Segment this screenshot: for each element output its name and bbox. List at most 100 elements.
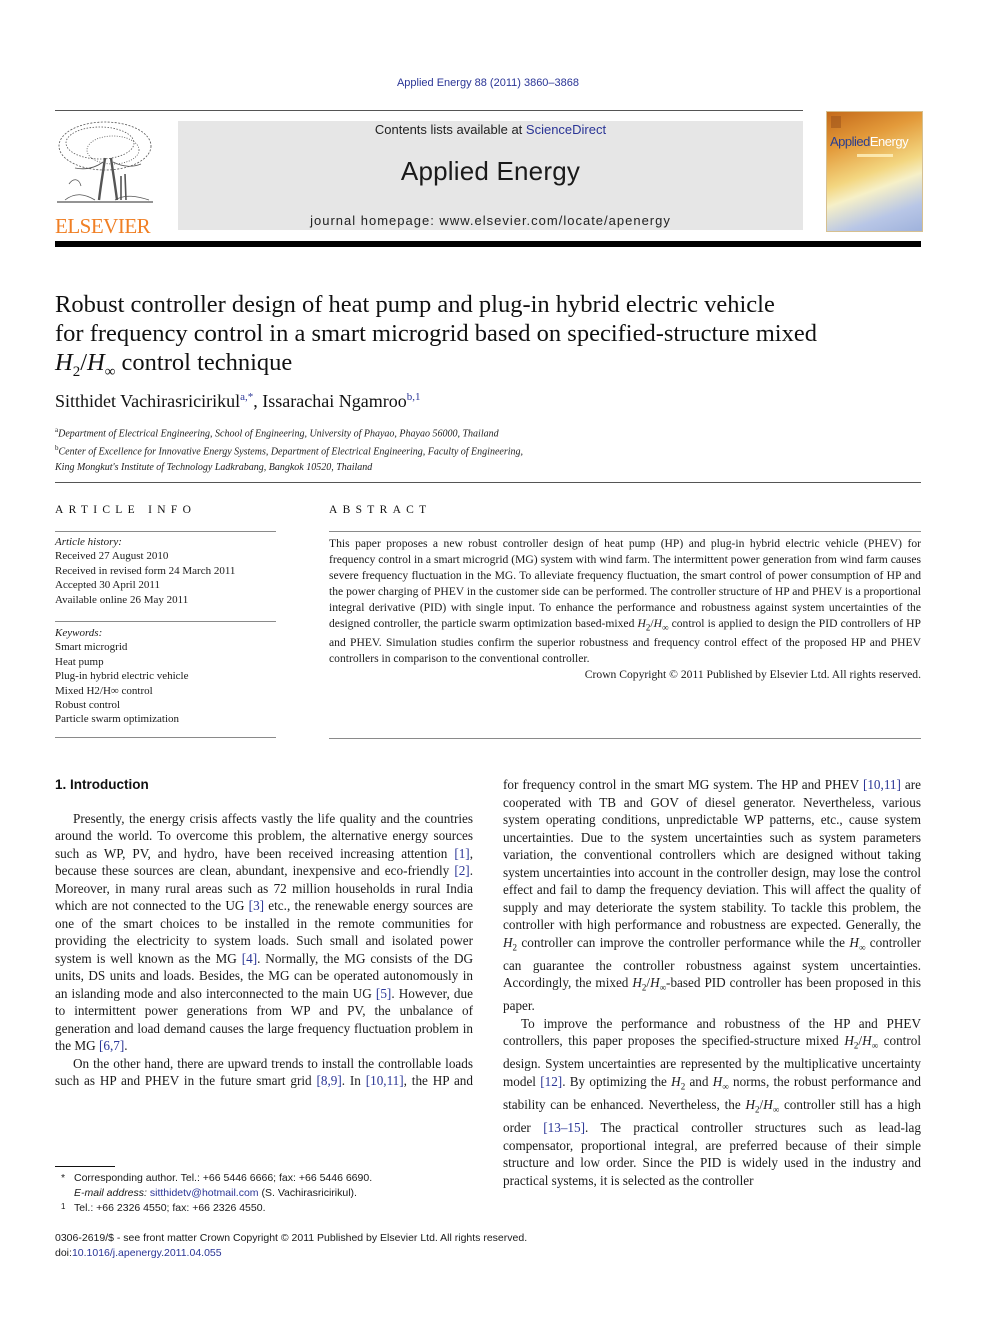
abstract-paragraph: This paper proposes a new robust control…	[329, 537, 921, 666]
author-affiliation-link[interactable]: a,*	[240, 391, 253, 403]
citation-link[interactable]: [12]	[540, 1074, 562, 1089]
citation-link[interactable]: [1]	[454, 846, 469, 861]
history-item: Accepted 30 April 2011	[55, 579, 160, 592]
affiliation-rule	[55, 482, 921, 483]
footnote-corresponding: * Corresponding author. Tel.: +66 5446 66…	[55, 1171, 372, 1186]
history-item: Available online 26 May 2011	[55, 593, 189, 606]
article-info-heading: ARTICLE INFO	[55, 504, 197, 516]
affiliation-text: Department of Electrical Engineering, Sc…	[58, 428, 499, 440]
citation-link[interactable]: [3]	[249, 898, 264, 913]
article-title: Robust controller design of heat pump an…	[55, 290, 925, 387]
cover-badge-icon	[831, 116, 841, 128]
keyword-item: Smart microgrid	[55, 641, 128, 654]
cover-title-applied: Applied	[830, 134, 870, 149]
text: .	[124, 1038, 128, 1053]
author-affiliation-link[interactable]: b,1	[407, 391, 421, 403]
citation-link[interactable]: [2]	[454, 863, 469, 878]
journal-reference-link[interactable]: Applied Energy 88 (2011) 3860–3868	[0, 77, 976, 89]
doi-label: doi:	[55, 1247, 72, 1259]
issn-doi-block: 0306-2619/$ - see front matter Crown Cop…	[55, 1231, 527, 1261]
issn-line: 0306-2619/$ - see front matter Crown Cop…	[55, 1232, 528, 1244]
email-suffix: (S. Vachirasricirikul).	[258, 1187, 357, 1199]
journal-cover-image[interactable]: AppliedEnergy	[826, 111, 923, 232]
affiliation-text: Center of Excellence for Innovative Ener…	[58, 446, 524, 458]
text: controller can improve the controller pe…	[517, 934, 850, 950]
affiliation-item: aDepartment of Electrical Engineering, S…	[55, 423, 523, 441]
text: are cooperated with TB and GOV of diesel…	[503, 777, 921, 932]
text: To improve the performance and robustnes…	[503, 1015, 921, 1049]
affiliation-item: bCenter of Excellence for Innovative Ene…	[55, 441, 523, 459]
title-line-3-text: control technique	[115, 349, 293, 376]
text: and	[685, 1073, 713, 1089]
citation-link[interactable]: [6,7]	[99, 1038, 124, 1053]
author-separator: ,	[253, 391, 263, 411]
email-label: E-mail address:	[74, 1187, 150, 1199]
keyword-item: Heat pump	[55, 655, 104, 668]
text: . In	[341, 1073, 366, 1088]
affiliation-item: King Mongkut's Institute of Technology L…	[55, 460, 523, 475]
paragraph: To improve the performance and robustnes…	[503, 1015, 922, 1188]
text: Presently, the energy crisis affects vas…	[55, 810, 473, 861]
divider	[329, 531, 921, 532]
affiliation-text: King Mongkut's Institute of Technology L…	[55, 461, 373, 473]
keywords: Keywords: Smart microgrid Heat pump Plug…	[55, 626, 188, 727]
sciencedirect-link[interactable]: ScienceDirect	[526, 122, 606, 137]
journal-title: Applied Energy	[400, 156, 581, 186]
article-history: Article history: Received 27 August 2010…	[55, 535, 235, 607]
journal-homepage-link[interactable]: journal homepage: www.elsevier.com/locat…	[178, 213, 803, 228]
elsevier-logo[interactable]: ELSEVIER	[55, 118, 155, 237]
email-link[interactable]: sitthidetv@hotmail.com	[150, 1187, 259, 1199]
doi-link[interactable]: 10.1016/j.apenergy.2011.04.055	[72, 1247, 222, 1259]
divider	[55, 737, 276, 738]
footnotes: * Corresponding author. Tel.: +66 5446 66…	[55, 1171, 372, 1216]
contents-prefix: Contents lists available at	[374, 122, 526, 137]
citation-link[interactable]: [10,11]	[863, 777, 901, 792]
cover-subtitle-bar	[857, 154, 893, 157]
author-list: Sitthidet Vachirasricirikula,*, Issarach…	[55, 391, 420, 412]
header-rule	[55, 110, 803, 111]
doi-line: doi:10.1016/j.apenergy.2011.04.055	[55, 1246, 527, 1261]
keyword-item: Robust control	[55, 699, 121, 712]
section-heading: 1. Introduction	[55, 777, 149, 792]
citation-link[interactable]: [13–15]	[543, 1120, 585, 1135]
footnote-email: E-mail address: sitthidetv@hotmail.com (…	[55, 1186, 372, 1201]
body-column-right: for frequency control in the smart MG sy…	[503, 776, 921, 1189]
history-label: Article history:	[55, 536, 122, 548]
cover-title: AppliedEnergy	[830, 134, 909, 149]
paragraph: On the other hand, there are upward tren…	[55, 1055, 473, 1090]
paragraph-continued: for frequency control in the smart MG sy…	[503, 777, 922, 1014]
contents-availability: Contents lists available at ScienceDirec…	[178, 121, 803, 137]
footnote-rule	[55, 1166, 115, 1167]
title-line-2: for frequency control in a smart microgr…	[55, 320, 817, 347]
footnote-mark: *	[61, 1172, 66, 1184]
citation-link[interactable]: [5]	[376, 986, 391, 1001]
affiliations: aDepartment of Electrical Engineering, S…	[55, 423, 523, 475]
history-item: Received in revised form 24 March 2011	[55, 564, 236, 577]
cover-title-energy: Energy	[869, 134, 909, 149]
citation-link[interactable]: [8,9]	[316, 1073, 341, 1088]
footnote-text: Corresponding author. Tel.: +66 5446 666…	[74, 1172, 373, 1184]
abstract-heading: ABSTRACT	[329, 504, 432, 516]
body-column-left: 1. Introduction Presently, the energy cr…	[55, 776, 473, 1090]
footnote-text: Tel.: +66 2326 4550; fax: +66 2326 4550.	[74, 1202, 266, 1214]
author-name: Issarachai Ngamroo	[262, 391, 407, 411]
author-name: Sitthidet Vachirasricirikul	[55, 391, 241, 411]
abstract-copyright: Crown Copyright © 2011 Published by Else…	[584, 668, 921, 682]
divider	[55, 621, 276, 622]
text: . By optimizing the	[562, 1073, 672, 1089]
header-thick-rule	[55, 241, 921, 247]
abstract-text: This paper proposes a new robust control…	[329, 536, 921, 683]
elsevier-tree-icon	[55, 118, 155, 210]
keyword-item: Mixed H2/H∞ control	[55, 684, 153, 697]
footnote-1: 1 Tel.: +66 2326 4550; fax: +66 2326 4550…	[55, 1201, 372, 1216]
footnote-mark: 1	[61, 1202, 66, 1211]
keywords-label: Keywords:	[55, 627, 103, 639]
divider	[329, 738, 921, 739]
citation-link[interactable]: [4]	[242, 951, 257, 966]
citation-link[interactable]: [10,11]	[366, 1073, 404, 1088]
keyword-item: Particle swarm optimization	[55, 713, 180, 726]
title-line-1: Robust controller design of heat pump an…	[55, 291, 775, 318]
journal-masthead: Contents lists available at ScienceDirec…	[178, 121, 803, 230]
title-line-3: H2/H∞ control technique	[55, 349, 293, 380]
paragraph: Presently, the energy crisis affects vas…	[55, 810, 473, 1055]
